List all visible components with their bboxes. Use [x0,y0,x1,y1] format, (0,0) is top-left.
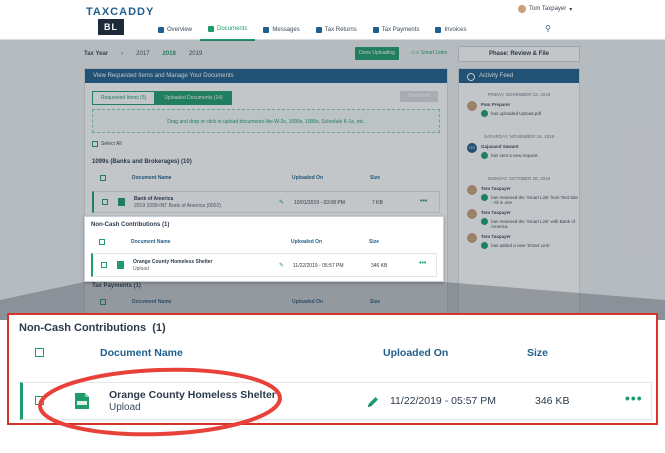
nav-tabs: Overview Documents Messages Tax Returns … [150,22,474,41]
top-nav: TAXCADDY BL Tom Taxpayer ▾ Overview Docu… [0,0,665,41]
tab-invoices[interactable]: Invoices [427,22,474,41]
row-subtitle: Upload [133,266,149,272]
row-size: 346 KB [371,263,388,269]
row-date: 11/22/2019 - 05:57 PM [390,395,497,407]
pencil-icon[interactable]: ✎ [279,262,284,269]
row-checkbox[interactable] [101,262,107,268]
col-document-name[interactable]: Document Name [100,347,183,359]
message-icon [263,27,270,33]
avatar [518,5,526,13]
group-title: Non-Cash Contributions (1) [91,222,169,228]
zoom-callout: Non-Cash Contributions (1) Document Name… [7,313,658,425]
group-checkbox[interactable] [99,239,105,245]
brand-logo: TAXCADDY [86,6,155,18]
search-icon[interactable]: ⚲ [545,24,551,33]
pdf-icon [75,393,89,409]
more-icon[interactable]: ••• [419,260,426,267]
tab-label: Tax Payments [381,27,420,33]
group-count: (1) [152,322,166,334]
col-size[interactable]: Size [369,239,379,245]
row-size: 346 KB [535,395,570,407]
app-background: TAXCADDY BL Tom Taxpayer ▾ Overview Docu… [0,0,665,320]
col-uploaded-on[interactable]: Uploaded On [291,239,322,245]
col-uploaded-on[interactable]: Uploaded On [383,347,448,359]
table-row[interactable]: Orange County Homeless Shelter Upload 11… [20,382,652,420]
tab-messages[interactable]: Messages [255,22,307,41]
document-icon [208,26,215,32]
group-title-text: Non-Cash Contributions [91,222,161,228]
col-size[interactable]: Size [527,347,548,359]
user-name: Tom Taxpayer [529,6,567,12]
firm-logo: BL [98,19,124,35]
group-checkbox[interactable] [35,348,44,357]
tab-tax-returns[interactable]: Tax Returns [308,22,365,41]
group-title-text: Non-Cash Contributions [19,322,147,334]
tab-label: Documents [217,26,248,32]
home-icon [158,27,164,33]
row-subtitle: Upload [109,402,141,413]
chevron-down-icon: ▾ [569,6,573,13]
more-icon[interactable]: ••• [625,390,643,406]
tab-tax-payments[interactable]: Tax Payments [365,22,428,41]
highlighted-group-small: Non-Cash Contributions (1) Document Name… [84,216,444,282]
tab-label: Messages [272,27,300,33]
row-title: Orange County Homeless Shelter [133,259,213,265]
table-row[interactable]: Orange County Homeless Shelter Upload ✎ … [91,253,437,277]
tab-documents[interactable]: Documents [200,22,256,41]
row-checkbox[interactable] [35,396,44,405]
col-document-name[interactable]: Document Name [131,239,170,245]
pdf-icon [117,261,124,269]
row-date: 11/22/2019 - 05:57 PM [293,263,344,269]
return-icon [315,27,322,33]
tab-overview[interactable]: Overview [150,22,200,41]
tab-label: Tax Returns [324,27,357,33]
invoice-icon [435,27,442,33]
tab-label: Invoices [444,27,467,33]
pencil-icon[interactable] [366,395,380,409]
tab-label: Overview [167,27,193,33]
row-title: Orange County Homeless Shelter [109,389,276,401]
payment-icon [372,27,379,33]
group-title: Non-Cash Contributions (1) [19,322,166,334]
user-menu[interactable]: Tom Taxpayer ▾ [518,5,572,13]
group-count: (1) [162,222,170,228]
